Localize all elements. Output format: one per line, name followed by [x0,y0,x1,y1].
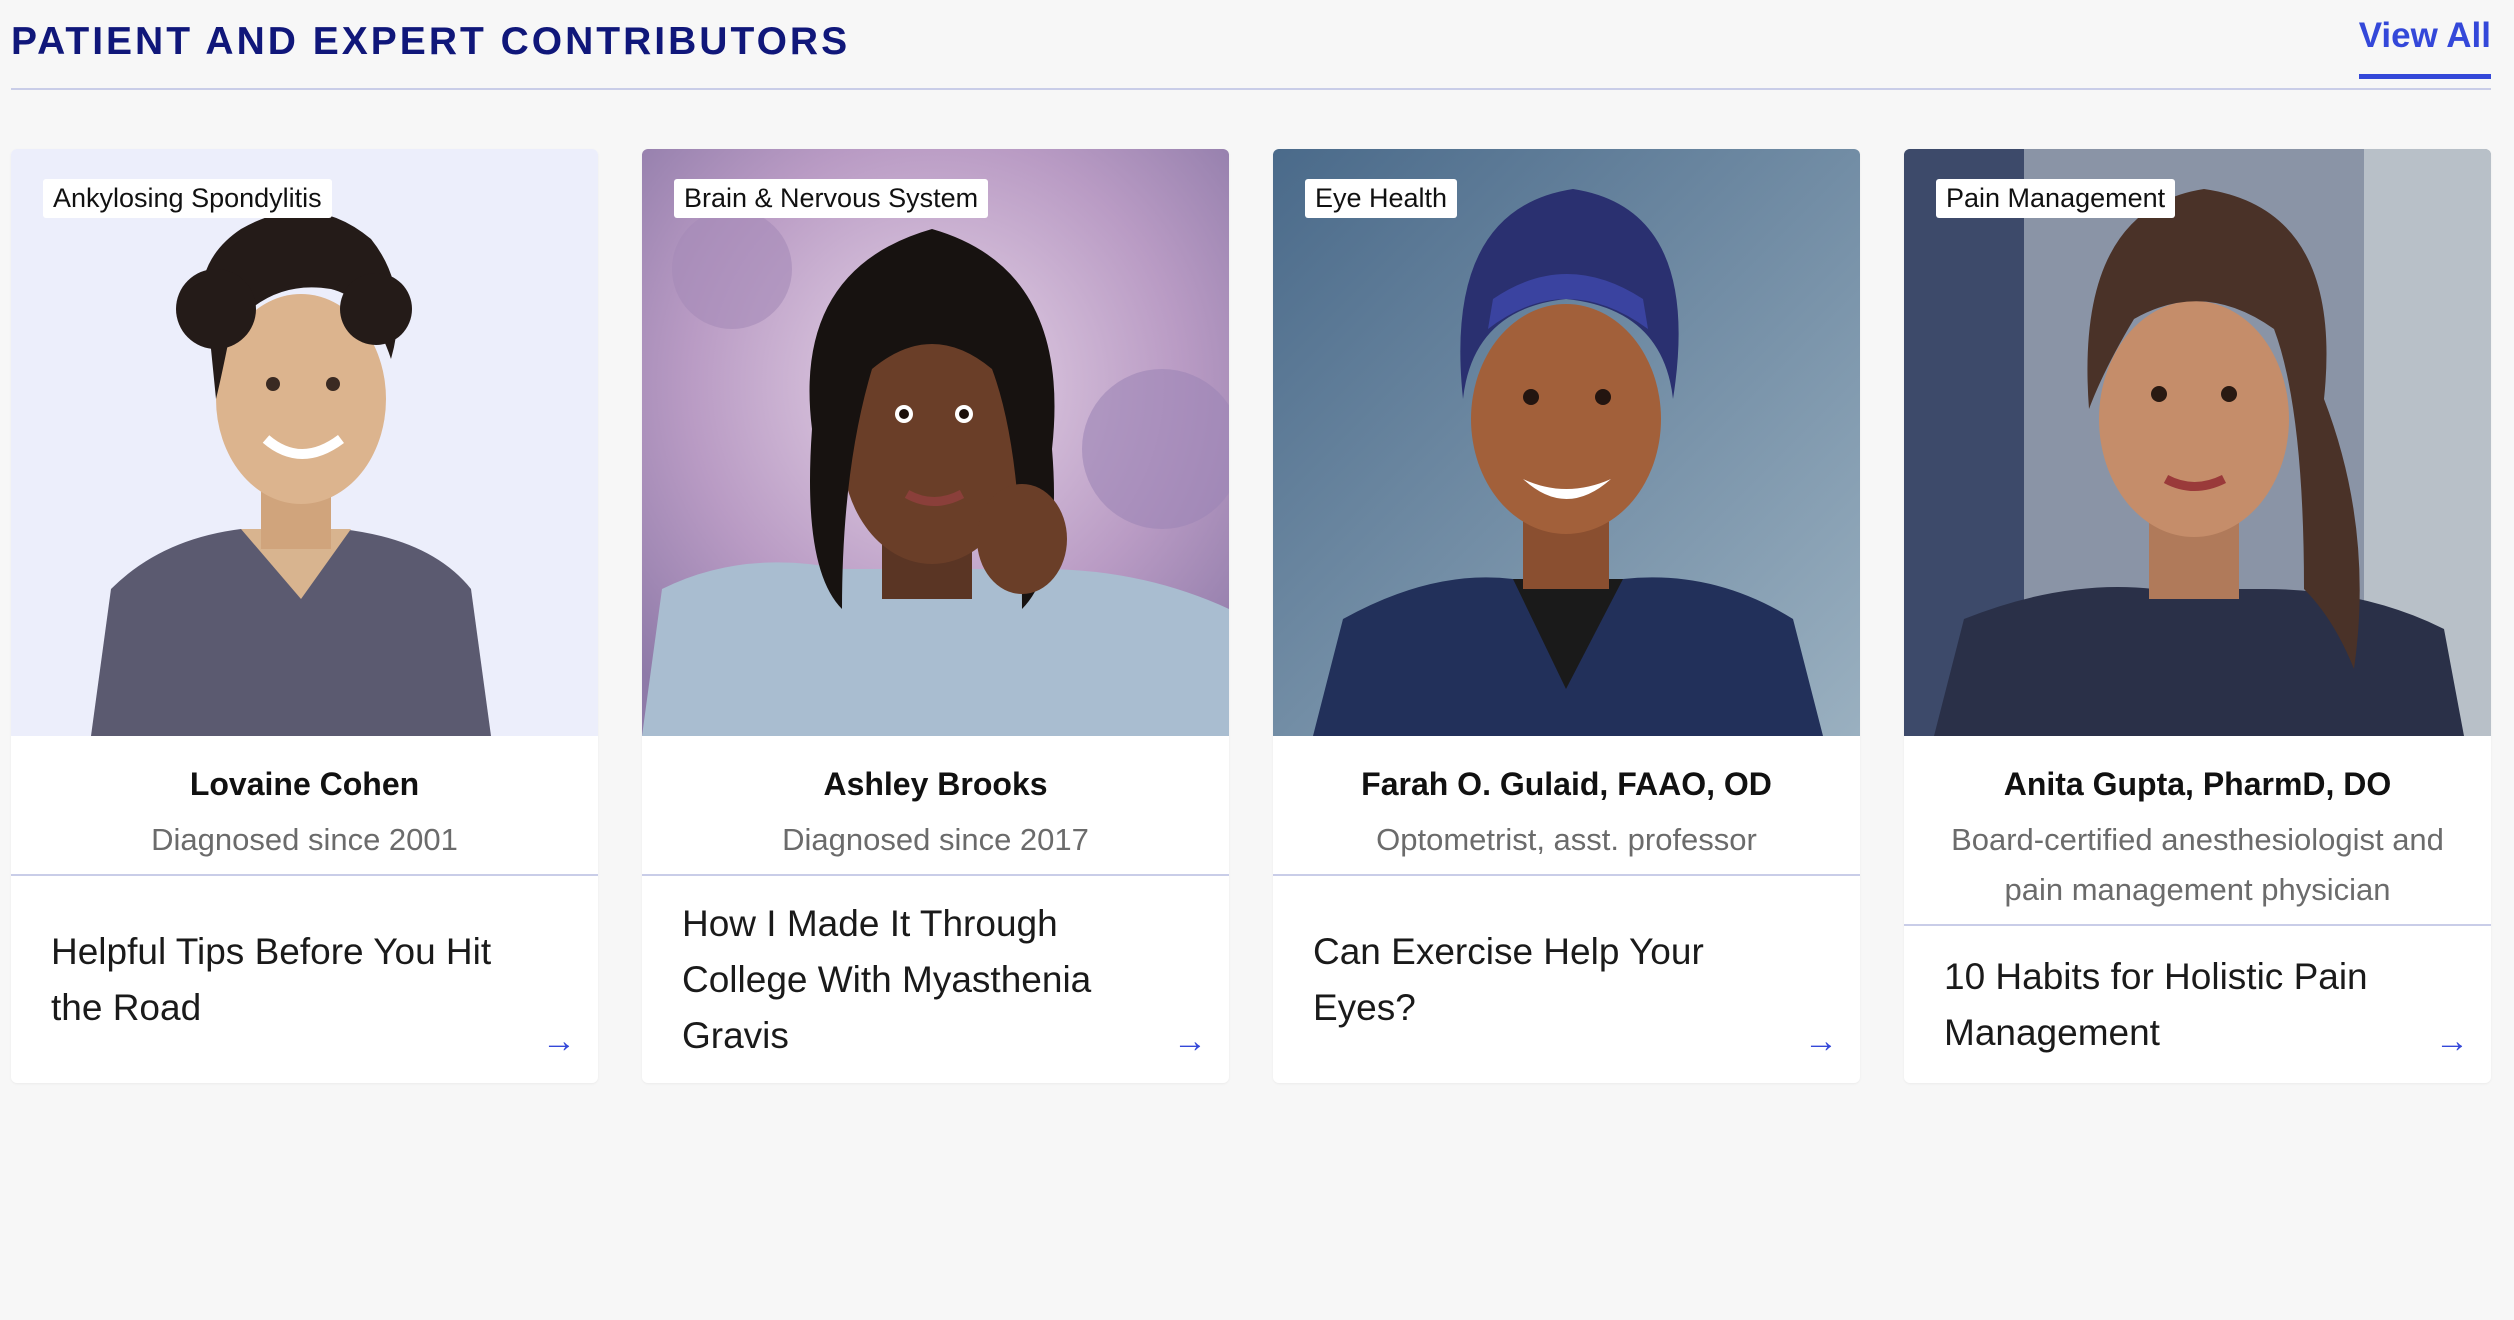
person-info: Farah O. Gulaid, FAAO, OD Optometrist, a… [1273,736,1860,876]
view-all-link[interactable]: View All [2358,16,2491,79]
contributor-card[interactable]: Ankylosing Spondylitis Lovaine Cohen Dia… [11,149,598,1083]
article-link[interactable]: 10 Habits for Holistic Pain Management → [1904,926,2491,1083]
person-name: Lovaine Cohen [189,766,420,802]
article-link[interactable]: Can Exercise Help Your Eyes? → [1273,876,1860,1083]
contributor-card[interactable]: Eye Health Farah O. Gulaid, FAAO, OD Opt… [1273,149,1860,1083]
portrait-photo [1273,149,1860,736]
category-tag[interactable]: Pain Management [1936,179,2176,218]
arrow-right-icon: → [1804,1022,1838,1060]
person-description: Diagnosed since 2001 [151,822,458,857]
arrow-right-icon: → [1173,1022,1207,1060]
article-title: Can Exercise Help Your Eyes? [1313,930,1704,1028]
section-header: PATIENT AND EXPERT CONTRIBUTORS View All [11,0,2491,90]
article-link[interactable]: How I Made It Through College With Myast… [642,876,1229,1083]
article-title: Helpful Tips Before You Hit the Road [51,930,492,1028]
person-name: Farah O. Gulaid, FAAO, OD [1361,766,1772,802]
portrait-photo [1904,149,2491,736]
person-description: Board-certified anesthesiologist and pai… [1951,822,2444,907]
illustrated-portrait [11,149,598,736]
contributor-card[interactable]: Brain & Nervous System Ashley Brooks Dia… [642,149,1229,1083]
article-title: 10 Habits for Holistic Pain Management [1944,955,2368,1053]
portrait-photo [642,149,1229,736]
person-description: Optometrist, asst. professor [1376,822,1757,857]
contributor-photo: Brain & Nervous System [642,149,1229,736]
arrow-right-icon: → [542,1022,576,1060]
article-link[interactable]: Helpful Tips Before You Hit the Road → [11,876,598,1083]
contributor-photo: Pain Management [1904,149,2491,736]
person-description: Diagnosed since 2017 [782,822,1089,857]
category-tag[interactable]: Ankylosing Spondylitis [43,179,332,218]
person-name: Anita Gupta, PharmD, DO [2003,766,2392,802]
category-tag[interactable]: Eye Health [1305,179,1458,218]
category-tag[interactable]: Brain & Nervous System [674,179,989,218]
contributor-photo: Ankylosing Spondylitis [11,149,598,736]
contributor-photo: Eye Health [1273,149,1860,736]
article-title: How I Made It Through College With Myast… [682,902,1092,1056]
person-info: Anita Gupta, PharmD, DO Board-certified … [1904,736,2491,926]
person-info: Ashley Brooks Diagnosed since 2017 [642,736,1229,876]
person-info: Lovaine Cohen Diagnosed since 2001 [11,736,598,876]
contributor-card[interactable]: Pain Management Anita Gupta, PharmD, DO … [1904,149,2491,1083]
arrow-right-icon: → [2435,1022,2469,1060]
contributor-cards: Ankylosing Spondylitis Lovaine Cohen Dia… [11,149,2491,1083]
section-title: PATIENT AND EXPERT CONTRIBUTORS [11,20,851,63]
person-name: Ashley Brooks [823,766,1048,802]
